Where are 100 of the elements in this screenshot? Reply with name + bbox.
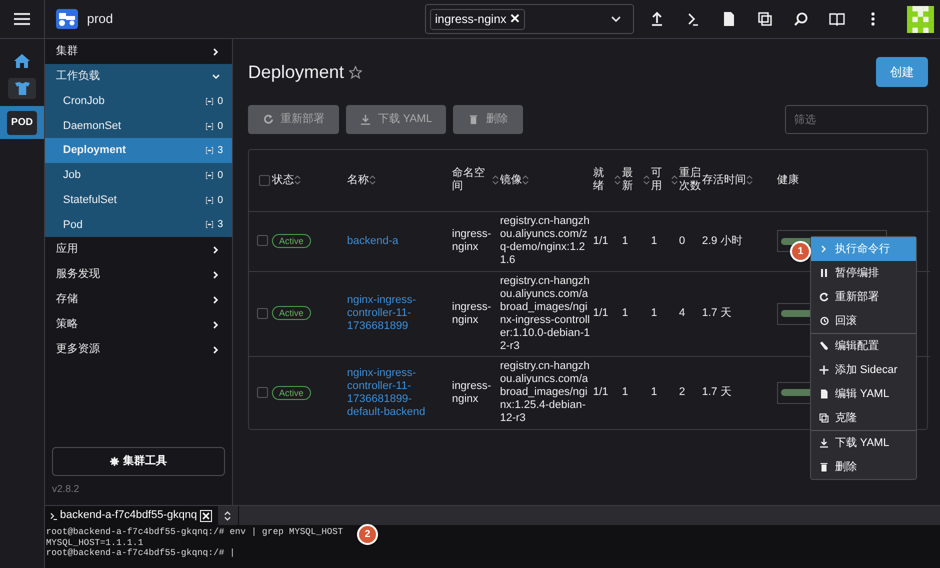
tractor-logo-icon[interactable] (56, 9, 78, 29)
table-cell-text: registry.cn-hangzhou.aliyuncs.com/abroad_images/nginx-ingress-controller:1.10.0-debian-12-r3 (500, 274, 591, 352)
home-icon[interactable] (14, 54, 30, 68)
column-header[interactable]: 镜像 (500, 174, 593, 187)
item-count: 0 (217, 194, 223, 208)
book-icon[interactable] (829, 11, 845, 27)
nav-item[interactable]: Job 0 (45, 163, 232, 188)
chevron-right-icon (212, 246, 220, 254)
nav-group[interactable]: 工作负载 (45, 64, 232, 89)
copy-icon[interactable] (757, 11, 773, 27)
nav-group[interactable]: 集群 (45, 39, 232, 64)
select-all-checkbox[interactable] (259, 174, 270, 186)
table-cell-text: ingress-nginx (452, 300, 492, 326)
table-cell-text: 1/1 (593, 307, 610, 320)
table-cell-text: 1/1 (593, 386, 610, 400)
terminal-tab[interactable]: backend-a-f7c4bdf55-gkqnq (45, 506, 217, 525)
nav-item[interactable]: Pod 3 (45, 212, 232, 238)
item-count: 0 (217, 120, 223, 134)
close-icon[interactable] (200, 510, 212, 522)
menu-item[interactable]: 回滚 (811, 309, 916, 333)
nav-group[interactable]: 应用 (45, 237, 232, 262)
remove-tag-icon[interactable]: ✕ (509, 9, 520, 29)
cluster-tools-button[interactable]: 集群工具 (52, 447, 225, 476)
item-count: 3 (217, 144, 223, 158)
item-count: 0 (217, 94, 223, 109)
table-cell-text: 1 (651, 234, 658, 248)
deployment-link[interactable]: nginx-ingress-controller-11-1736681899-default-backend (347, 366, 448, 419)
table-cell-text: registry.cn-hangzhou.aliyuncs.com/abroad_images/nginx:1.25.4-debian-12-r3 (500, 360, 591, 426)
namespace-tag: ingress-nginx (435, 10, 506, 28)
table-cell-text: 1.7 天 (702, 307, 732, 320)
column-header[interactable]: 存活时间 (702, 174, 777, 187)
column-header[interactable]: 命名空间 (452, 167, 500, 194)
cluster-name: prod (87, 10, 114, 28)
sort-icon (643, 175, 650, 186)
sort-icon (369, 175, 376, 186)
brackets-icon (206, 196, 214, 204)
item-count: 3 (217, 218, 223, 232)
table-cell-text: 1.7 天 (702, 386, 732, 400)
chevron-right-icon (212, 346, 220, 354)
menu-item[interactable]: 克隆 (811, 406, 916, 430)
sort-icon (522, 175, 529, 186)
menu-icon[interactable] (14, 13, 30, 25)
chevron-right-icon (212, 320, 220, 329)
column-header: 重启次数 (679, 167, 702, 194)
menu-item[interactable]: 删除 (811, 455, 916, 479)
column-header[interactable]: 名称 (347, 174, 452, 187)
nav-item[interactable]: Deployment 3 (45, 138, 232, 164)
gear-icon (110, 457, 119, 466)
resize-button[interactable] (216, 506, 239, 525)
table-cell-text: 1 (651, 307, 658, 320)
sort-icon (614, 175, 621, 186)
nav-group[interactable]: 服务发现 (45, 262, 232, 288)
pause-icon (819, 268, 829, 278)
row-checkbox[interactable] (257, 235, 268, 246)
table-cell-text: 4 (679, 307, 686, 320)
namespace-select[interactable]: ingress-nginx ✕ (425, 4, 634, 34)
menu-item[interactable]: 暂停编排 (811, 261, 916, 285)
file-icon[interactable] (721, 11, 737, 27)
table-cell-text: ingress-nginx (452, 228, 492, 254)
nav-group[interactable]: 更多资源 (45, 337, 232, 362)
column-header[interactable]: 就绪 (593, 167, 622, 194)
menu-item[interactable]: 编辑 YAML (811, 382, 916, 406)
table-cell-text: 1 (622, 234, 630, 248)
nav-group[interactable]: 存储 (45, 287, 232, 312)
upload-icon[interactable] (649, 11, 665, 27)
menu-item[interactable]: 重新部署 (811, 285, 916, 309)
chevron-right-icon (212, 296, 220, 304)
step-marker: 1 (790, 241, 811, 262)
pod-rail-item[interactable]: POD (0, 106, 44, 139)
row-checkbox[interactable] (257, 308, 268, 319)
search-icon[interactable] (793, 11, 809, 27)
terminal-line: MYSQL_HOST=1.1.1.1 (46, 538, 144, 548)
deployment-link[interactable]: backend-a (347, 234, 448, 248)
pencil-icon (819, 341, 829, 351)
brackets-icon (206, 221, 214, 228)
menu-item[interactable]: 添加 Sidecar (811, 358, 916, 382)
chevron-down-icon (212, 72, 220, 80)
menu-item[interactable]: 编辑配置 (811, 334, 916, 358)
deployment-link[interactable]: nginx-ingress-controller-11-1736681899 (347, 294, 448, 333)
nav-item[interactable]: DaemonSet 0 (45, 114, 232, 138)
nav-item[interactable]: StatefulSet 0 (45, 188, 232, 212)
column-header[interactable]: 状态 (272, 174, 347, 187)
shirt-button[interactable] (8, 78, 36, 99)
filter-field[interactable]: 筛选 (785, 105, 928, 134)
table-cell-text: 0 (679, 234, 686, 248)
sort-icon (746, 175, 753, 186)
row-checkbox[interactable] (257, 387, 268, 398)
item-count: 0 (217, 168, 223, 183)
column-header[interactable]: 可用 (651, 167, 679, 194)
nav-group[interactable]: 策略 (45, 312, 232, 338)
terminal-line: root@backend-a-f7c4bdf55-gkqnq:/# | (46, 548, 236, 558)
chevron-right-icon (212, 270, 220, 279)
terminal-icon (50, 512, 57, 520)
version-label: v2.8.2 (51, 483, 80, 497)
nav-item[interactable]: CronJob 0 (45, 89, 232, 114)
menu-item[interactable]: 下载 YAML (811, 431, 916, 455)
star-icon[interactable] (349, 66, 362, 78)
chevron-down-icon (611, 16, 621, 22)
column-header[interactable]: 最新 (622, 167, 651, 194)
trash-icon (468, 114, 479, 125)
